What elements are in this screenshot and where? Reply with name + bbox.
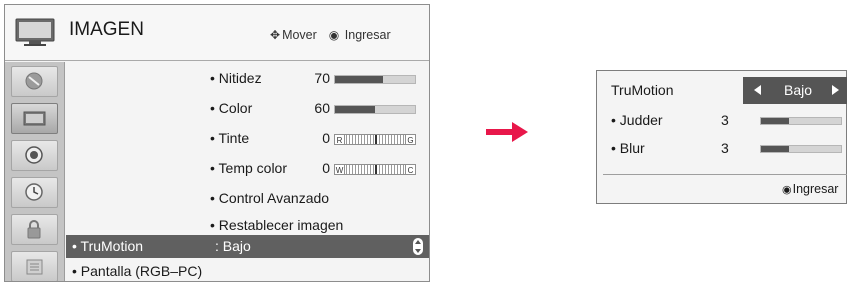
trumotion-value: : Bajo	[215, 238, 251, 254]
blur-value: 3	[721, 140, 729, 156]
picture-menu: IMAGEN ✥ Mover ◉ Ingresar • Nitidez 70 • C	[4, 4, 430, 282]
hint-enter: Ingresar	[344, 28, 391, 42]
setting-pantalla-rgb-pc[interactable]: • Pantalla (RGB–PC)	[66, 259, 429, 281]
up-down-arrows-icon	[413, 238, 423, 255]
right-arrow-small-icon[interactable]	[832, 85, 839, 95]
temp-color-balance-bar: W C	[334, 164, 416, 175]
setting-nitidez[interactable]: • Nitidez	[210, 70, 262, 86]
trumotion-popup: TruMotion Bajo • Judder 3 • Blur 3 ◉Ingr…	[596, 70, 847, 204]
blur-level-bar	[760, 145, 842, 153]
setting-trumotion-selected[interactable]: • TruMotion : Bajo	[66, 235, 429, 258]
popup-divider	[603, 174, 847, 175]
tinte-value: 0	[322, 130, 330, 146]
color-value: 60	[314, 100, 330, 116]
trumotion-label: • TruMotion	[72, 238, 144, 254]
nitidez-value: 70	[314, 70, 330, 86]
move-arrows-icon: ✥	[270, 28, 281, 42]
clock-icon[interactable]	[11, 177, 58, 208]
options-icon[interactable]	[11, 251, 58, 281]
left-arrow-icon[interactable]	[754, 85, 761, 95]
speaker-icon[interactable]	[11, 140, 58, 171]
navigation-hint: ✥ Mover ◉ Ingresar	[270, 28, 391, 42]
hint-move: Mover	[282, 28, 317, 42]
tinte-left-label: R	[334, 134, 345, 145]
right-arrow-icon	[486, 122, 528, 142]
tinte-right-label: G	[405, 134, 416, 145]
tv-picture-icon[interactable]	[11, 103, 58, 134]
blur-label[interactable]: • Blur	[611, 140, 645, 156]
color-level-bar	[334, 105, 416, 114]
temp-color-value: 0	[322, 160, 330, 176]
setting-color[interactable]: • Color	[210, 100, 252, 116]
ok-circle-icon: ◉	[782, 184, 792, 196]
temp-right-label: C	[405, 164, 416, 175]
setting-control-avanzado[interactable]: • Control Avanzado	[210, 190, 329, 206]
setting-temp-color[interactable]: • Temp color	[210, 160, 287, 176]
tinte-balance-bar: R G	[334, 134, 416, 145]
nitidez-level-bar	[334, 75, 416, 84]
setting-tinte[interactable]: • Tinte	[210, 130, 249, 146]
popup-title: TruMotion	[611, 82, 674, 98]
trumotion-mode-value: Bajo	[784, 82, 813, 98]
page-title: IMAGEN	[69, 19, 144, 40]
category-sidebar	[5, 62, 65, 281]
popup-enter-hint[interactable]: ◉Ingresar	[782, 182, 838, 196]
judder-value: 3	[721, 112, 729, 128]
trumotion-mode-selector[interactable]: Bajo	[743, 77, 847, 104]
tv-icon	[15, 18, 55, 46]
popup-enter-label: Ingresar	[792, 182, 839, 196]
lock-icon[interactable]	[11, 214, 58, 245]
judder-label[interactable]: • Judder	[611, 112, 663, 128]
temp-left-label: W	[334, 164, 345, 175]
setting-restablecer-imagen[interactable]: • Restablecer imagen	[210, 217, 343, 233]
judder-level-bar	[760, 117, 842, 125]
pantalla-label: • Pantalla (RGB–PC)	[72, 263, 203, 279]
menu-header: IMAGEN ✥ Mover ◉ Ingresar	[5, 5, 429, 61]
satellite-dish-icon[interactable]	[11, 66, 58, 97]
ok-circle-icon: ◉	[328, 28, 340, 42]
